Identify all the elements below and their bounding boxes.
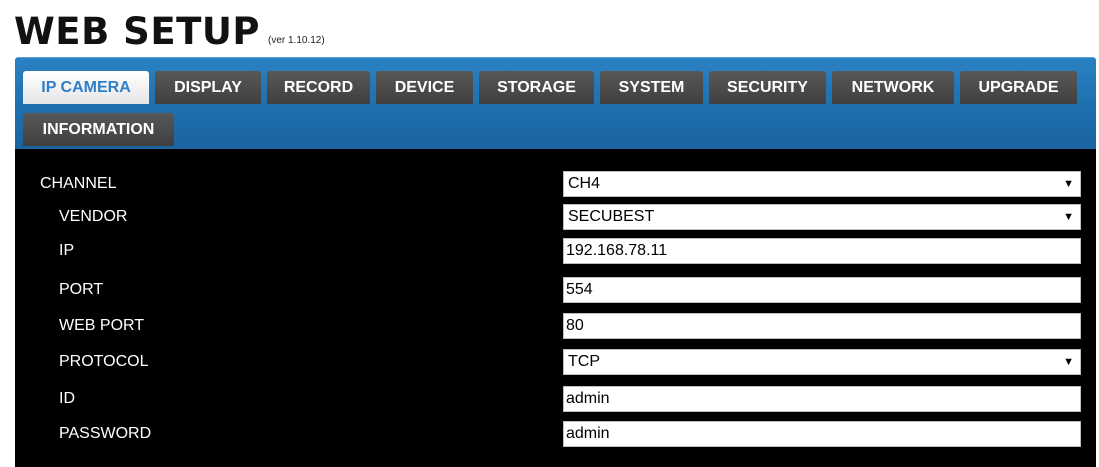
password-label: PASSWORD bbox=[59, 425, 152, 442]
tab-security[interactable]: SECURITY bbox=[709, 71, 826, 104]
ip-label: IP bbox=[59, 242, 75, 259]
tab-information[interactable]: INFORMATION bbox=[23, 113, 174, 146]
tab-display[interactable]: DISPLAY bbox=[155, 71, 261, 104]
vendor-select[interactable]: SECUBEST ▼ bbox=[563, 204, 1081, 230]
tab-device[interactable]: DEVICE bbox=[376, 71, 473, 104]
web-port-field[interactable] bbox=[563, 313, 1081, 339]
tab-bar: IP CAMERA DISPLAY RECORD DEVICE STORAGE … bbox=[15, 57, 1096, 149]
tab-network[interactable]: NETWORK bbox=[832, 71, 954, 104]
ip-field[interactable] bbox=[563, 238, 1081, 264]
version-label: (ver 1.10.12) bbox=[268, 35, 325, 46]
protocol-select[interactable]: TCP ▼ bbox=[563, 349, 1081, 375]
web-port-label: WEB PORT bbox=[59, 317, 145, 334]
protocol-value: TCP bbox=[568, 353, 600, 370]
protocol-label: PROTOCOL bbox=[59, 353, 149, 370]
tab-storage[interactable]: STORAGE bbox=[479, 71, 594, 104]
port-field[interactable] bbox=[563, 277, 1081, 303]
tab-record[interactable]: RECORD bbox=[267, 71, 370, 104]
port-label: PORT bbox=[59, 281, 104, 298]
page-title: WEB SETUP bbox=[14, 10, 260, 53]
vendor-label: VENDOR bbox=[59, 208, 128, 225]
vendor-value: SECUBEST bbox=[568, 208, 655, 225]
setup-panel: IP CAMERA DISPLAY RECORD DEVICE STORAGE … bbox=[15, 57, 1096, 467]
chevron-down-icon: ▼ bbox=[1063, 178, 1074, 190]
channel-select[interactable]: CH4 ▼ bbox=[563, 171, 1081, 197]
chevron-down-icon: ▼ bbox=[1063, 356, 1074, 368]
page-header: WEB SETUP (ver 1.10.12) bbox=[14, 6, 325, 52]
tab-ip-camera[interactable]: IP CAMERA bbox=[23, 71, 149, 104]
channel-value: CH4 bbox=[568, 175, 601, 192]
id-label: ID bbox=[59, 390, 75, 407]
tab-system[interactable]: SYSTEM bbox=[600, 71, 703, 104]
id-field[interactable] bbox=[563, 386, 1081, 412]
channel-label: CHANNEL bbox=[40, 175, 117, 192]
chevron-down-icon: ▼ bbox=[1063, 211, 1074, 223]
tab-upgrade[interactable]: UPGRADE bbox=[960, 71, 1077, 104]
password-field[interactable] bbox=[563, 421, 1081, 447]
